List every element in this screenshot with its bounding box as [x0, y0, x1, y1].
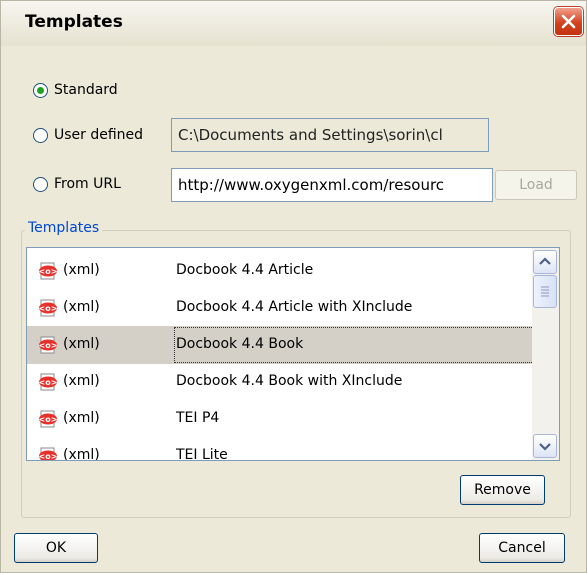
svg-text:<o>: <o>: [39, 304, 58, 313]
svg-text:<o>: <o>: [39, 378, 58, 387]
list-item[interactable]: <o> (xml) Docbook 4.4 Article with XInclud…: [27, 289, 532, 327]
url-field[interactable]: http://www.oxygenxml.com/resourc: [171, 168, 493, 202]
template-type: (xml): [63, 447, 100, 461]
chevron-down-icon: [539, 443, 551, 451]
xml-file-icon: <o>: [39, 262, 58, 280]
list-item[interactable]: <o> (xml) Docbook 4.4 Book with XInclude: [27, 363, 532, 401]
template-name: Docbook 4.4 Book with XInclude: [176, 373, 403, 389]
templates-list[interactable]: <o> (xml) Docbook 4.4 Article <o> (xml) Docbo…: [26, 247, 560, 461]
close-x-icon: [561, 14, 576, 29]
scroll-up-button[interactable]: [533, 250, 557, 274]
template-type: (xml): [63, 262, 100, 278]
list-item[interactable]: <o> (xml) Docbook 4.4 Article: [27, 252, 532, 290]
templates-dialog: Templates Standard User defined C:\Docum…: [0, 0, 587, 573]
radio-from-url[interactable]: From URL: [33, 176, 121, 192]
list-item[interactable]: <o> (xml) TEI P4: [27, 400, 532, 438]
load-button[interactable]: Load: [495, 170, 577, 200]
radio-from-url-button[interactable]: [33, 176, 48, 192]
xml-file-icon: <o>: [39, 410, 58, 428]
svg-text:<o>: <o>: [39, 341, 58, 350]
svg-text:<o>: <o>: [39, 267, 58, 276]
scroll-thumb[interactable]: [533, 275, 557, 308]
templates-group-label: Templates: [25, 220, 103, 236]
template-name: TEI Lite: [176, 447, 228, 461]
template-type: (xml): [63, 336, 100, 352]
list-item[interactable]: <o> (xml) Docbook 4.4 Book: [27, 326, 548, 364]
svg-text:<o>: <o>: [39, 415, 58, 424]
chevron-up-icon: [539, 257, 551, 265]
radio-user-defined-label: User defined: [54, 127, 144, 143]
xml-file-icon: <o>: [39, 373, 58, 391]
user-defined-path-field[interactable]: C:\Documents and Settings\sorin\cl: [171, 118, 489, 152]
ok-button[interactable]: OK: [14, 533, 98, 563]
xml-file-icon: <o>: [39, 447, 58, 461]
template-name: Docbook 4.4 Article: [176, 262, 314, 278]
template-type: (xml): [63, 299, 100, 315]
template-name: Docbook 4.4 Book: [174, 327, 548, 363]
remove-button[interactable]: Remove: [460, 475, 545, 505]
radio-user-defined-button[interactable]: [33, 127, 48, 143]
radio-standard-button[interactable]: [33, 82, 48, 98]
scroll-down-button[interactable]: [533, 434, 557, 458]
dialog-title: Templates: [25, 12, 123, 32]
radio-standard-label: Standard: [54, 82, 118, 98]
radio-standard[interactable]: Standard: [33, 82, 118, 98]
xml-file-icon: <o>: [39, 299, 58, 317]
template-name: TEI P4: [176, 410, 220, 426]
template-name: Docbook 4.4 Article with XInclude: [176, 299, 413, 315]
svg-text:<o>: <o>: [39, 452, 58, 461]
list-item[interactable]: <o> (xml) TEI Lite: [27, 437, 532, 461]
xml-file-icon: <o>: [39, 336, 58, 354]
radio-user-defined[interactable]: User defined: [33, 127, 143, 143]
grip-icon: [541, 286, 549, 297]
template-type: (xml): [63, 410, 100, 426]
title-bar[interactable]: Templates: [1, 1, 586, 46]
template-type: (xml): [63, 373, 100, 389]
radio-from-url-label: From URL: [54, 176, 121, 192]
close-button[interactable]: [554, 7, 583, 36]
vertical-scrollbar[interactable]: [532, 248, 559, 460]
cancel-button[interactable]: Cancel: [479, 533, 565, 563]
